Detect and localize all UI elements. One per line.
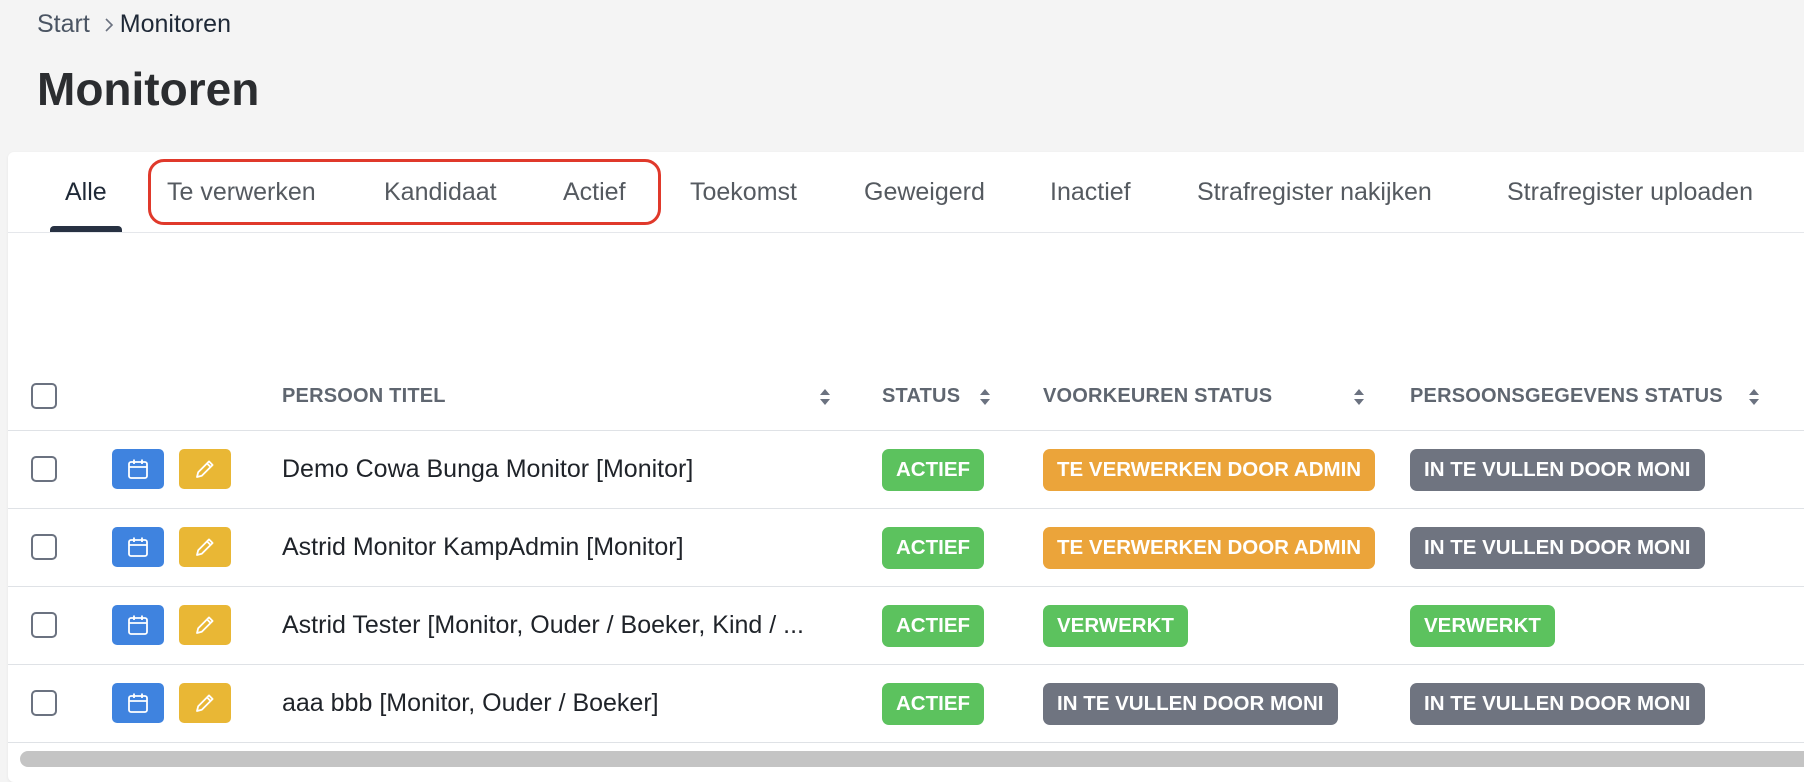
pencil-icon [196,460,214,478]
breadcrumb-home-link[interactable]: Start [37,10,90,39]
person-title[interactable]: aaa bbb [Monitor, Ouder / Boeker] [282,664,862,742]
prefs-status-badge: IN TE VULLEN DOOR MONI [1043,683,1338,725]
tab-strafregister-nakijken[interactable]: Strafregister nakijken [1197,152,1432,232]
tab-te-verwerken[interactable]: Te verwerken [167,152,316,232]
calendar-button[interactable] [112,527,164,567]
tab-kandidaat[interactable]: Kandidaat [384,152,497,232]
table-row: Demo Cowa Bunga Monitor [Monitor] ACTIEF… [8,430,1804,509]
tab-strafregister-uploaden[interactable]: Strafregister uploaden [1507,152,1753,232]
tab-toekomst[interactable]: Toekomst [690,152,797,232]
horizontal-scrollbar[interactable] [20,751,1804,767]
tab-alle[interactable]: Alle [50,152,122,232]
calendar-button[interactable] [112,683,164,723]
status-badge: ACTIEF [882,683,985,725]
monitor-list-card: Alle Te verwerken Kandidaat Actief Toeko… [8,152,1804,782]
status-badge: ACTIEF [882,527,985,569]
tab-inactief[interactable]: Inactief [1050,152,1131,232]
personal-status-badge: VERWERKT [1410,605,1555,647]
personal-status-badge: IN TE VULLEN DOOR MONI [1410,527,1705,569]
edit-button[interactable] [179,683,231,723]
personal-status-badge: IN TE VULLEN DOOR MONI [1410,683,1705,725]
chevron-right-icon [104,17,114,33]
column-header-title: PERSOON TITEL [282,385,446,407]
edit-button[interactable] [179,449,231,489]
row-checkbox[interactable] [31,534,57,560]
row-checkbox[interactable] [31,690,57,716]
table-header: PERSOON TITEL STATUS VOORKEUREN STATUS P… [8,362,1804,431]
sort-icon[interactable] [1352,386,1366,408]
row-checkbox[interactable] [31,612,57,638]
sort-icon[interactable] [818,386,832,408]
row-checkbox[interactable] [31,456,57,482]
table-row: Astrid Monitor KampAdmin [Monitor] ACTIE… [8,508,1804,587]
tab-actief[interactable]: Actief [563,152,626,232]
breadcrumb: Start Monitoren [37,10,231,39]
prefs-status-badge: VERWERKT [1043,605,1188,647]
sort-icon[interactable] [978,386,992,408]
prefs-status-badge: TE VERWERKEN DOOR ADMIN [1043,449,1376,491]
calendar-icon [128,537,148,557]
table-row: Astrid Tester [Monitor, Ouder / Boeker, … [8,586,1804,665]
edit-button[interactable] [179,527,231,567]
pencil-icon [196,538,214,556]
personal-status-badge: IN TE VULLEN DOOR MONI [1410,449,1705,491]
tab-geweigerd[interactable]: Geweigerd [864,152,985,232]
table-row: aaa bbb [Monitor, Ouder / Boeker] ACTIEF… [8,664,1804,743]
column-header-personal: PERSOONSGEGEVENS STATUS [1410,385,1723,407]
status-badge: ACTIEF [882,605,985,647]
breadcrumb-current: Monitoren [119,10,231,38]
select-all-checkbox[interactable] [31,383,57,409]
calendar-icon [128,693,148,713]
pencil-icon [196,616,214,634]
person-title[interactable]: Demo Cowa Bunga Monitor [Monitor] [282,430,862,508]
page-title: Monitoren [37,63,260,115]
person-title[interactable]: Astrid Monitor KampAdmin [Monitor] [282,508,862,586]
status-badge: ACTIEF [882,449,985,491]
calendar-icon [128,615,148,635]
column-header-prefs: VOORKEUREN STATUS [1043,385,1273,407]
column-header-status: STATUS [882,385,961,407]
status-tabs: Alle Te verwerken Kandidaat Actief Toeko… [8,152,1804,233]
calendar-icon [128,459,148,479]
pencil-icon [196,694,214,712]
prefs-status-badge: TE VERWERKEN DOOR ADMIN [1043,527,1376,569]
calendar-button[interactable] [112,449,164,489]
calendar-button[interactable] [112,605,164,645]
sort-icon[interactable] [1747,386,1761,408]
person-title[interactable]: Astrid Tester [Monitor, Ouder / Boeker, … [282,586,862,664]
edit-button[interactable] [179,605,231,645]
